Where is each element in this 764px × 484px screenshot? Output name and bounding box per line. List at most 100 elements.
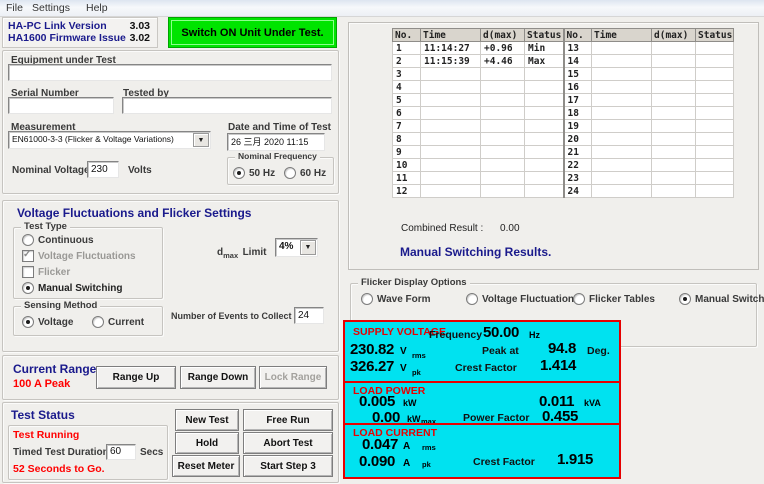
- table-header-cell: Time: [592, 29, 652, 42]
- frequency-60hz-radio[interactable]: 60 Hz: [284, 167, 326, 179]
- table-cell: [696, 42, 734, 55]
- table-cell: [696, 94, 734, 107]
- table-row: 1123: [393, 172, 734, 185]
- test-state-text: Test Running: [13, 429, 79, 441]
- table-cell: 23: [564, 172, 592, 185]
- table-cell: [652, 146, 696, 159]
- chevron-down-icon[interactable]: ▼: [300, 240, 316, 255]
- arms-unit: A: [403, 441, 410, 452]
- menu-settings[interactable]: Settings: [32, 2, 70, 14]
- table-cell: Max: [525, 55, 564, 68]
- table-cell: 7: [393, 120, 421, 133]
- frequency-unit: Hz: [529, 330, 540, 340]
- sensing-current-radio[interactable]: Current: [92, 316, 144, 328]
- duration-unit: Secs: [140, 447, 163, 458]
- table-cell: [421, 133, 481, 146]
- flicker-settings-group: Voltage Fluctuations and Flicker Setting…: [2, 200, 339, 352]
- option-wave-form-radio[interactable]: Wave Form: [361, 293, 431, 305]
- option-manual-switching-radio[interactable]: Manual Switching: [679, 293, 764, 305]
- test-type-group: Test Type Continuous Voltage Fluctuation…: [13, 227, 163, 299]
- frequency-label: Frequency: [429, 329, 482, 341]
- results-table[interactable]: No.Timed(max)StatusNo.Timed(max)Status 1…: [392, 28, 734, 198]
- menu-help[interactable]: Help: [86, 2, 108, 14]
- vrms-unit: V: [400, 346, 407, 357]
- table-row: 211:15:39+4.46Max14: [393, 55, 734, 68]
- tested-by-input[interactable]: [122, 97, 332, 114]
- lock-range-button[interactable]: Lock Range: [259, 366, 327, 389]
- current-range-group: Current Range 100 A Peak Range Up Range …: [2, 355, 339, 400]
- test-type-voltage-fluctuations-checkbox[interactable]: Voltage Fluctuations: [22, 250, 136, 262]
- ha-pc-link-version-label: HA-PC Link Version: [8, 20, 107, 32]
- range-down-button[interactable]: Range Down: [180, 366, 256, 389]
- option-voltage-fluctuations-radio[interactable]: Voltage Fluctuations: [466, 293, 580, 305]
- test-type-manual-switching-radio[interactable]: Manual Switching: [22, 282, 122, 294]
- table-cell: 8: [393, 133, 421, 146]
- table-cell: [481, 172, 525, 185]
- option-flicker-tables-radio[interactable]: Flicker Tables: [573, 293, 655, 305]
- combined-result: Combined Result : 0.00: [401, 223, 520, 234]
- serial-number-input[interactable]: [8, 97, 114, 114]
- sensing-voltage-radio[interactable]: Voltage: [22, 316, 73, 328]
- peak-at-unit: Deg.: [587, 345, 610, 357]
- table-cell: [481, 120, 525, 133]
- table-row: 618: [393, 107, 734, 120]
- table-cell: 15: [564, 68, 592, 81]
- table-row: 820: [393, 133, 734, 146]
- equipment-input[interactable]: [8, 64, 332, 81]
- firmware-issue-label: HA1600 Firmware Issue: [8, 32, 126, 44]
- checkbox-icon: [22, 266, 34, 278]
- table-cell: [592, 185, 652, 198]
- flicker-settings-title: Voltage Fluctuations and Flicker Setting…: [17, 206, 251, 220]
- table-cell: 24: [564, 185, 592, 198]
- test-status-detail-box: Test Running Timed Test Duration 60 Secs…: [8, 425, 168, 480]
- range-up-button[interactable]: Range Up: [96, 366, 176, 389]
- nominal-voltage-input[interactable]: 230: [87, 161, 119, 178]
- radio-icon: [679, 293, 691, 305]
- table-cell: [481, 159, 525, 172]
- table-cell: [652, 68, 696, 81]
- new-test-button[interactable]: New Test: [175, 409, 239, 431]
- test-type-continuous-radio[interactable]: Continuous: [22, 234, 94, 246]
- free-run-button[interactable]: Free Run: [243, 409, 333, 431]
- table-cell: [592, 42, 652, 55]
- vrms-sub: rms: [412, 351, 426, 360]
- measurement-dropdown[interactable]: EN61000-3-3 (Flicker & Voltage Variation…: [8, 131, 211, 149]
- table-cell: [652, 55, 696, 68]
- table-cell: 11:14:27: [421, 42, 481, 55]
- dmax-limit-dropdown[interactable]: 4% ▼: [275, 238, 318, 257]
- radio-icon: [22, 316, 34, 328]
- apk-unit: A: [403, 458, 410, 469]
- table-cell: [696, 159, 734, 172]
- table-cell: [421, 146, 481, 159]
- nominal-frequency-group: Nominal Frequency 50 Hz 60 Hz: [227, 157, 334, 185]
- table-cell: 18: [564, 107, 592, 120]
- table-header-cell: d(max): [652, 29, 696, 42]
- table-cell: [652, 159, 696, 172]
- events-to-collect-input[interactable]: 24: [294, 307, 324, 324]
- menu-file[interactable]: File: [6, 2, 23, 14]
- radio-icon: [573, 293, 585, 305]
- start-step-3-button[interactable]: Start Step 3: [243, 455, 333, 477]
- reset-meter-button[interactable]: Reset Meter: [172, 455, 240, 477]
- test-type-label: Test Type: [21, 221, 70, 232]
- table-cell: [652, 133, 696, 146]
- duration-input[interactable]: 60: [106, 444, 136, 460]
- abort-test-button[interactable]: Abort Test: [243, 432, 333, 454]
- table-row: 719: [393, 120, 734, 133]
- frequency-50hz-radio[interactable]: 50 Hz: [233, 167, 275, 179]
- checkbox-icon: [22, 250, 34, 262]
- current-range-value: 100 A Peak: [13, 378, 70, 390]
- test-type-flicker-checkbox[interactable]: Flicker: [22, 266, 70, 278]
- table-cell: [592, 94, 652, 107]
- radio-icon: [92, 316, 104, 328]
- radio-icon: [284, 167, 296, 179]
- table-cell: [652, 120, 696, 133]
- table-cell: 14: [564, 55, 592, 68]
- table-cell: 13: [564, 42, 592, 55]
- chevron-down-icon[interactable]: ▼: [193, 133, 209, 147]
- hold-button[interactable]: Hold: [175, 432, 239, 454]
- datetime-field[interactable]: 26 三月 2020 11:15: [227, 133, 325, 151]
- table-cell: [481, 146, 525, 159]
- table-cell: [525, 94, 564, 107]
- switch-on-unit-button[interactable]: Switch ON Unit Under Test.: [168, 17, 337, 48]
